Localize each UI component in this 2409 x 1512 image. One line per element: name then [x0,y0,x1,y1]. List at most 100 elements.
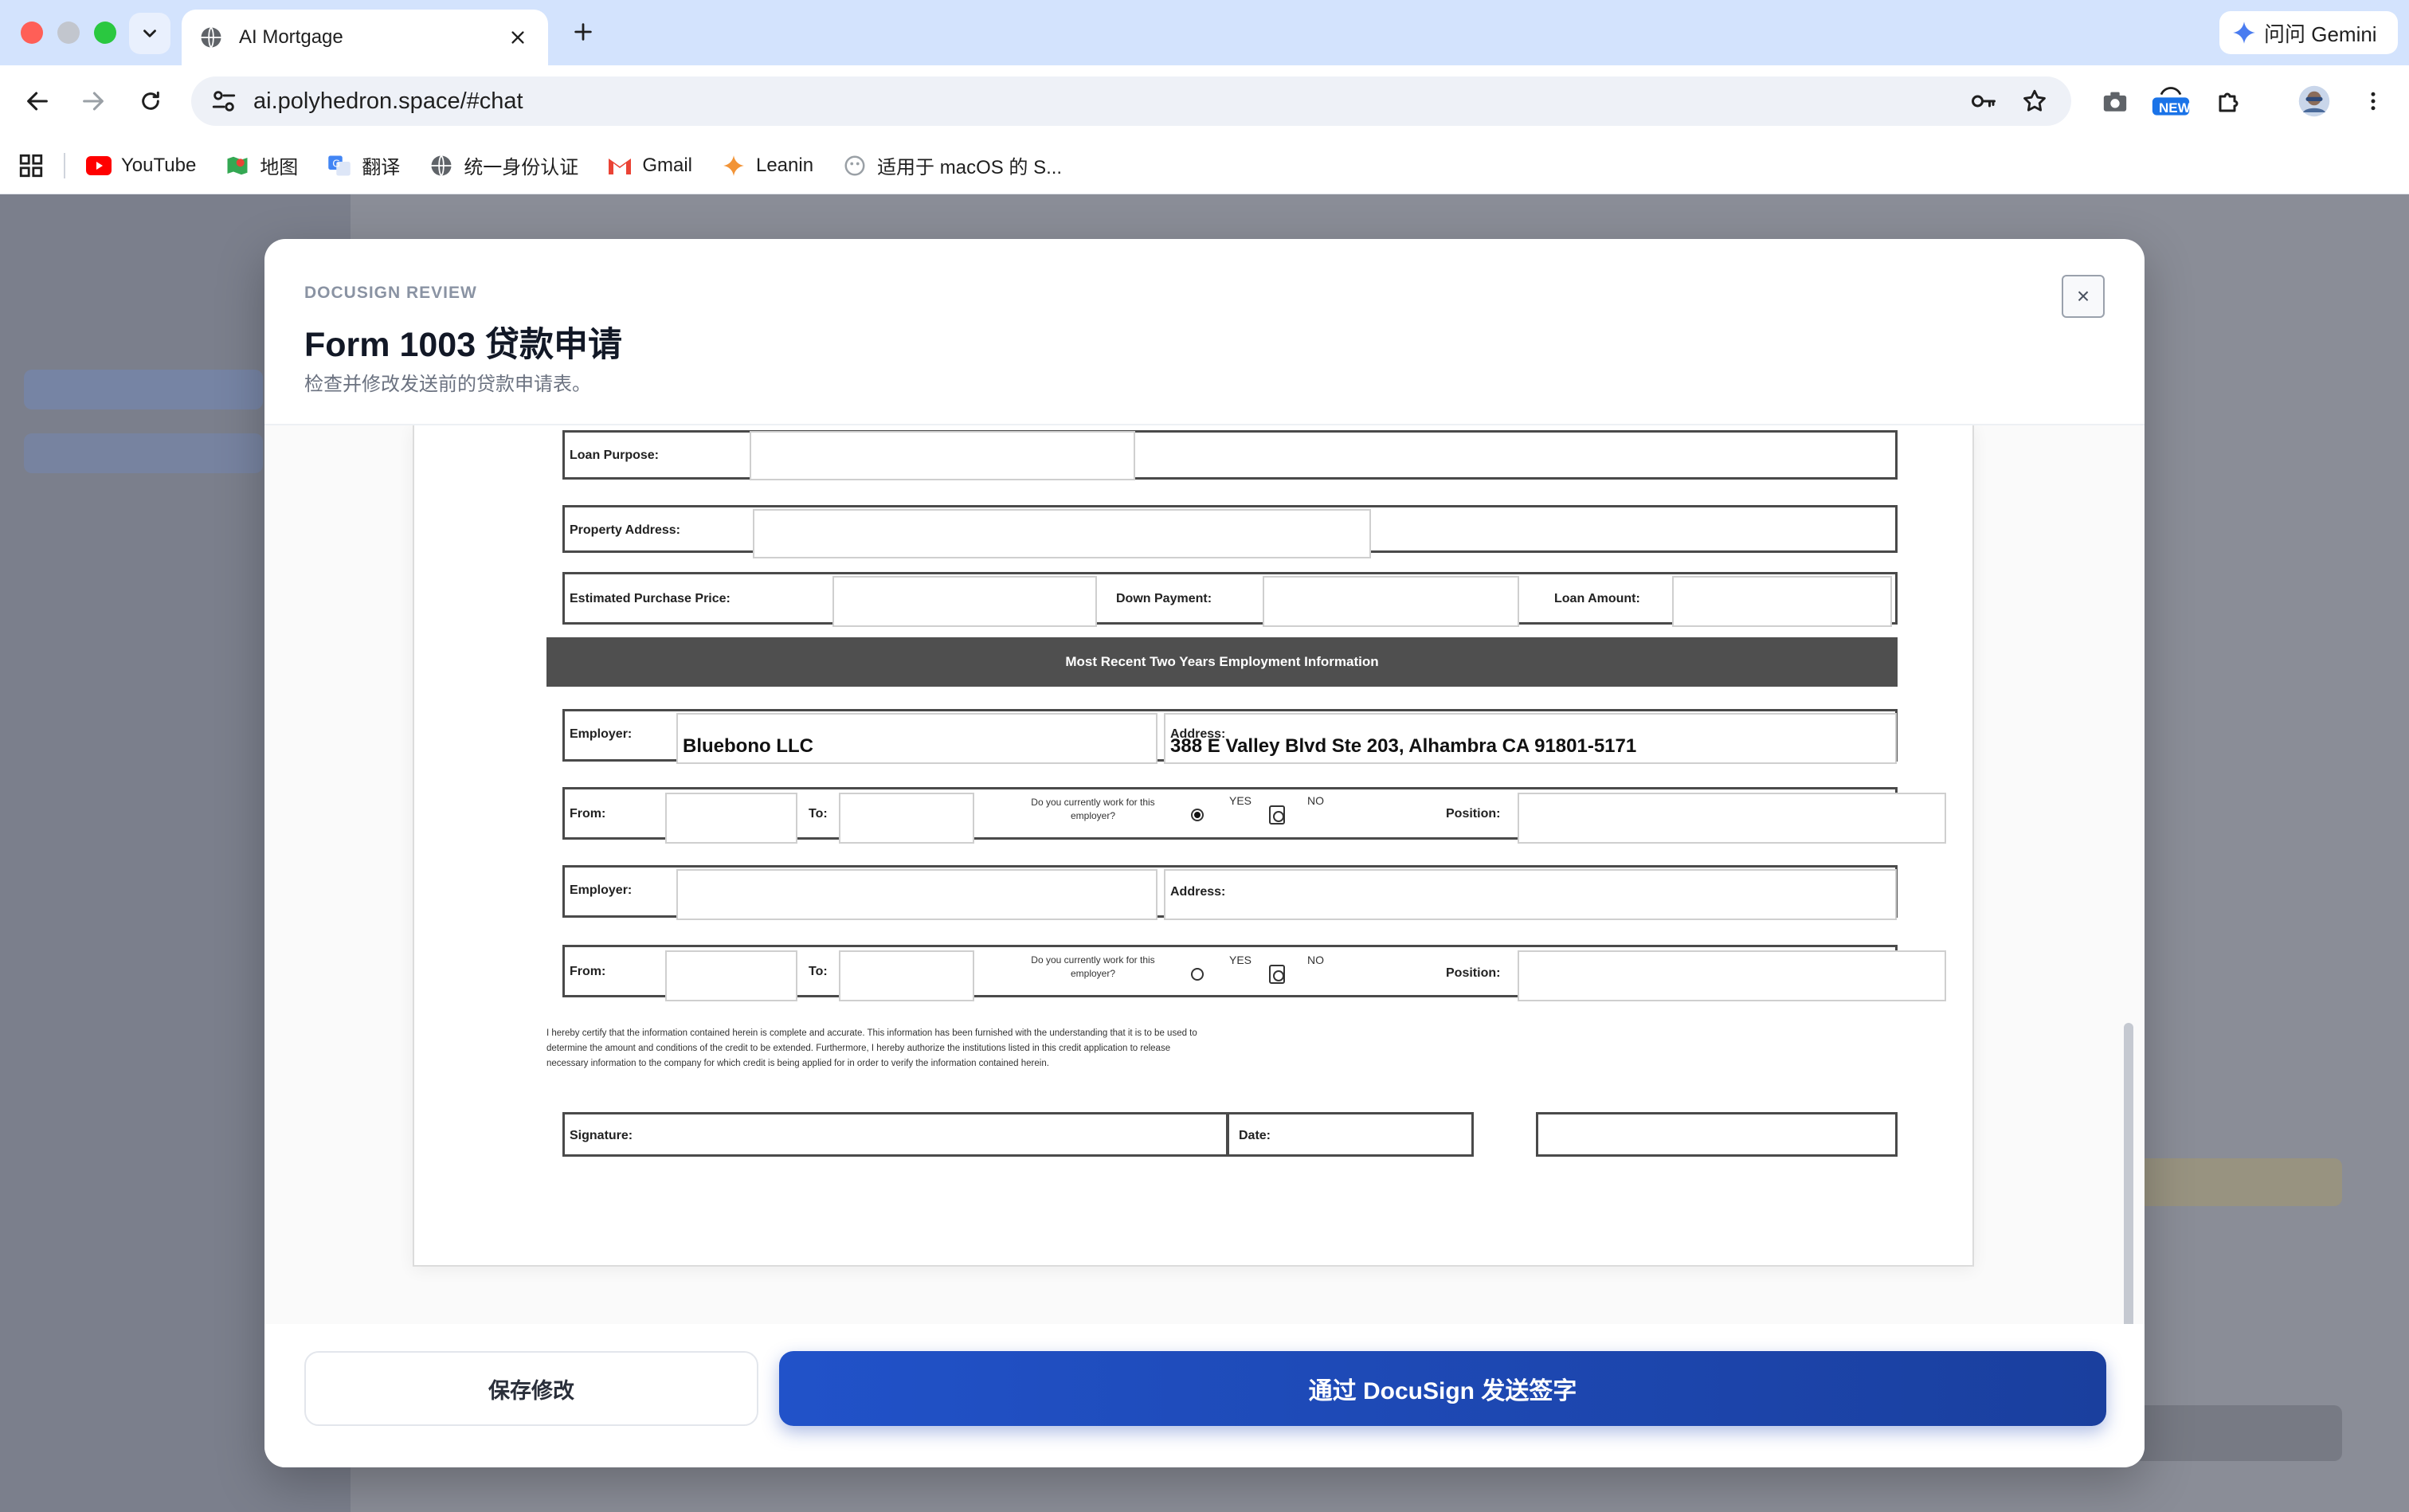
current-employer-2-no-checkbox[interactable] [1269,965,1285,984]
app-icon [842,153,868,178]
down-payment-input[interactable] [1263,576,1519,627]
arrow-right-icon [83,92,104,111]
date-row[interactable]: Date: [1227,1112,1474,1157]
tab-search-button[interactable] [129,13,170,54]
new-tab-button[interactable] [567,16,599,48]
current-employer-1-yes-radio[interactable] [1191,809,1204,821]
from-1-input[interactable] [665,793,797,844]
current-employer-1-yes-label: YES [1229,794,1252,807]
employer-2-address-input[interactable]: Address: [1164,869,1897,920]
globe-icon [201,26,221,49]
maximize-window-button[interactable] [94,22,116,44]
bookmark-leanin[interactable]: Leanin [721,153,813,178]
current-employer-1-question: Do you currently work for this employer? [1031,797,1155,821]
close-window-button[interactable] [21,22,43,44]
signature-row[interactable]: Signature: [562,1112,1228,1157]
loan-amount-input[interactable] [1672,576,1892,627]
camera-icon [2103,92,2127,112]
employer-2-label: Employer: [570,883,633,897]
send-docusign-button[interactable]: 通过 DocuSign 发送签字 [779,1351,2106,1426]
employer-1-address-input[interactable]: Address: 388 E Valley Blvd Ste 203, Alha… [1164,713,1897,764]
employment-2-dates-row: From: To: Do you currently work for this… [562,945,1946,1001]
estimated-price-input[interactable] [832,576,1097,627]
to-2-input[interactable] [839,950,974,1001]
employer-2-input[interactable] [676,869,1157,920]
plus-icon [574,23,592,41]
from-2-input[interactable] [665,950,797,1001]
loan-purpose-input[interactable] [750,431,1135,480]
employment-1-dates-row: From: To: Do you currently work for this… [562,787,1946,844]
property-address-label: Property Address: [570,523,680,537]
bookmark-star-button[interactable] [2017,84,2052,119]
to-1-input[interactable] [839,793,974,844]
backdrop-nav-item [24,370,263,409]
browser-menu-button[interactable] [2353,81,2393,121]
bookmark-identity[interactable]: 统一身份认证 [429,151,578,179]
down-payment-label: Down Payment: [1116,592,1212,605]
screenshot-button[interactable] [2095,81,2135,121]
profile-avatar[interactable] [2294,81,2334,121]
bookmark-youtube[interactable]: YouTube [86,153,196,178]
browser-toolbar: ai.polyhedron.space/#chat NEW [0,65,2409,137]
from-2-label: From: [570,965,606,978]
bookmark-gmail[interactable]: Gmail [607,153,692,178]
bookmark-macos-app[interactable]: 适用于 macOS 的 S... [842,151,1062,179]
employer-1-input[interactable]: Bluebono LLC [676,713,1157,764]
save-changes-button[interactable]: 保存修改 [304,1351,758,1426]
employer-2-row: Employer: Address: [562,865,1898,920]
current-employer-1-no-checkbox[interactable] [1269,805,1285,825]
reload-button[interactable] [132,83,169,119]
position-1-input[interactable] [1518,793,1946,844]
position-2-input[interactable] [1518,950,1946,1001]
gmail-icon [607,153,633,178]
modal-scroll-area[interactable]: Loan Purpose: Property Address: Estimate… [264,425,2145,1324]
current-employer-2-question: Do you currently work for this employer? [1031,954,1155,979]
reload-icon [142,91,159,110]
modal-close-button[interactable]: × [2062,275,2105,318]
date-input[interactable] [1536,1112,1898,1157]
modal-header: DOCUSIGN REVIEW Form 1003 贷款申请 检查并修改发送前的… [264,239,2145,425]
bookmark-translate[interactable]: G 翻译 [327,151,400,179]
date-label: Date: [1239,1129,1271,1142]
employer-2-address-label: Address: [1170,885,1226,899]
star-icon [2023,89,2046,112]
gemini-button[interactable]: 问问 Gemini [2219,11,2398,54]
url-text: ai.polyhedron.space/#chat [253,88,523,114]
extensions-button[interactable] [2210,81,2250,121]
employment-section-header: Most Recent Two Years Employment Informa… [546,637,1898,687]
more-vertical-icon [2371,92,2376,111]
docusign-review-modal: DOCUSIGN REVIEW Form 1003 贷款申请 检查并修改发送前的… [264,239,2145,1467]
bookmark-maps[interactable]: 地图 [225,151,298,179]
current-employer-2-yes-label: YES [1229,954,1252,966]
certification-text: I hereby certify that the information co… [546,1028,1197,1068]
employer-1-label: Employer: [570,727,633,741]
apps-grid-icon[interactable] [18,152,45,179]
backdrop-nav-item [24,433,263,473]
new-feature-button[interactable]: NEW [2151,81,2191,121]
form-document: Loan Purpose: Property Address: Estimate… [413,425,1974,1267]
loan-purpose-row: Loan Purpose: [562,430,1898,480]
forward-button[interactable] [75,83,112,119]
translate-icon: G [327,153,352,178]
gemini-label: 问问 Gemini [2264,22,2377,46]
new-badge-label: NEW [2159,100,2191,116]
loan-amount-label: Loan Amount: [1554,592,1640,605]
current-employer-2-yes-radio[interactable] [1191,968,1204,981]
price-row: Estimated Purchase Price: Down Payment: … [562,572,1898,627]
loan-purpose-label: Loan Purpose: [570,449,660,462]
back-button[interactable] [19,83,56,119]
bookmarks-bar: YouTube 地图 G 翻译 统一身份认证 Gmail Leanin 适用于 … [0,137,2409,194]
maps-icon [225,153,250,178]
modal-scrollbar-thumb[interactable] [2124,1023,2133,1324]
site-settings-icon[interactable] [210,88,237,115]
backdrop-card [2119,1158,2342,1206]
active-tab[interactable]: AI Mortgage [182,10,548,65]
address-bar[interactable]: ai.polyhedron.space/#chat [191,76,2071,126]
password-key-button[interactable] [1966,84,2001,119]
minimize-window-button[interactable] [57,22,80,44]
close-tab-button[interactable] [505,25,531,50]
bookmarks-divider [64,152,65,178]
estimated-price-label: Estimated Purchase Price: [570,592,731,605]
property-address-input[interactable] [753,509,1371,558]
chevron-down-icon [143,29,156,37]
